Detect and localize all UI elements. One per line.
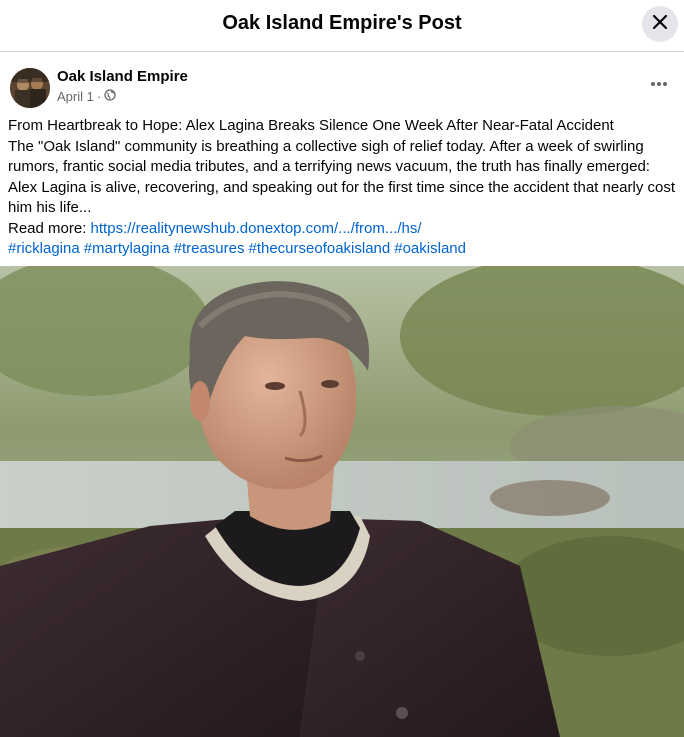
post-meta: April 1 ·	[57, 89, 116, 104]
close-icon	[651, 13, 669, 36]
hashtag-link[interactable]: #oakisland	[394, 240, 466, 257]
hashtag-link[interactable]: #ricklagina	[8, 240, 80, 257]
hashtag-link[interactable]: #thecurseofoakisland	[248, 240, 390, 257]
read-more-label: Read more:	[8, 219, 91, 237]
post-body: The "Oak Island" community is breathing …	[8, 137, 676, 217]
post-header: Oak Island Empire April 1 ·	[0, 52, 684, 116]
dialog-header: Oak Island Empire's Post	[0, 0, 684, 52]
post-headline: From Heartbreak to Hope: Alex Lagina Bre…	[8, 117, 614, 134]
meta-separator: ·	[96, 89, 102, 104]
page-name[interactable]: Oak Island Empire	[57, 68, 188, 85]
more-options-button[interactable]	[646, 70, 672, 96]
article-link[interactable]: https://realitynewshub.donextop.com/.../…	[91, 220, 422, 237]
globe-icon	[104, 89, 116, 104]
post-dialog: Oak Island Empire's Post Oak Island Empi…	[0, 0, 684, 737]
page-avatar[interactable]	[10, 68, 50, 108]
post-text: From Heartbreak to Hope: Alex Lagina Bre…	[8, 116, 678, 260]
hashtags: #ricklagina #martylagina #treasures #thecur…	[8, 239, 678, 260]
hashtag-link[interactable]: #martylagina	[84, 240, 170, 257]
hashtag-link[interactable]: #treasures	[174, 240, 245, 257]
more-horizontal-icon	[650, 74, 668, 92]
post-date[interactable]: April 1	[57, 89, 94, 104]
read-more-line: Read more: https://realitynewshub.donext…	[8, 219, 678, 240]
post-photo[interactable]	[0, 266, 684, 737]
dialog-title: Oak Island Empire's Post	[222, 12, 462, 34]
close-button[interactable]	[642, 6, 678, 42]
